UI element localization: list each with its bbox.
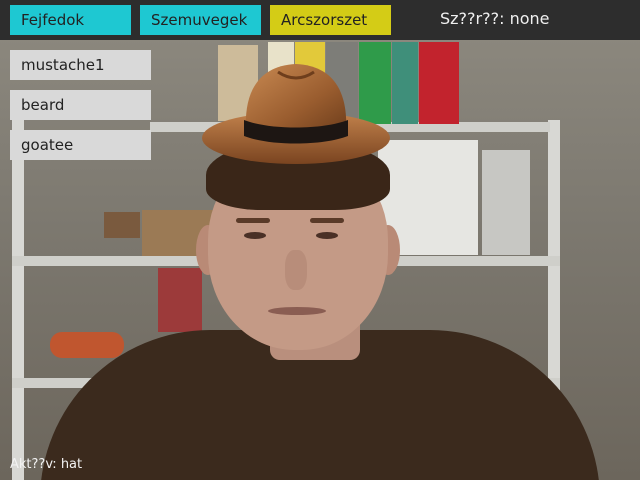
person-left-brow bbox=[236, 218, 270, 223]
orange-item bbox=[50, 332, 124, 358]
shelf-post-left bbox=[12, 120, 24, 480]
category-toolbar: Fejfedok Szemuvegek Arcszorszet Sz??r??:… bbox=[0, 0, 640, 40]
person-right-brow bbox=[310, 218, 344, 223]
person-right-eye bbox=[316, 232, 338, 239]
binder bbox=[419, 42, 459, 124]
cardboard-box bbox=[104, 212, 140, 238]
tab-glasses[interactable]: Szemuvegek bbox=[140, 5, 261, 35]
item-button-goatee[interactable]: goatee bbox=[10, 130, 151, 160]
item-button-beard[interactable]: beard bbox=[10, 90, 151, 120]
person-nose bbox=[285, 250, 307, 290]
filter-status-label: Sz??r??: none bbox=[440, 9, 550, 28]
red-bag bbox=[158, 268, 202, 332]
tab-headwear[interactable]: Fejfedok bbox=[10, 5, 131, 35]
person-mouth bbox=[268, 307, 326, 315]
person-left-eye bbox=[244, 232, 266, 239]
fedora-hat-overlay bbox=[202, 64, 390, 164]
tab-facial-hair[interactable]: Arcszorszet bbox=[270, 5, 391, 35]
binder bbox=[392, 42, 418, 124]
active-item-status: Akt??v: hat bbox=[10, 457, 83, 472]
paper-stack bbox=[482, 150, 530, 255]
item-button-mustache1[interactable]: mustache1 bbox=[10, 50, 151, 80]
